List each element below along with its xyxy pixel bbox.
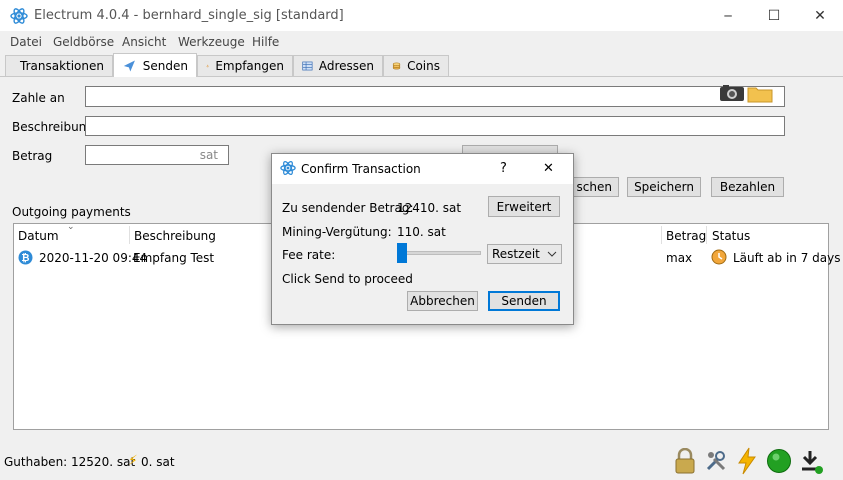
send-button[interactable]: Senden [488, 291, 560, 311]
pay-button[interactable]: Bezahlen [711, 177, 784, 197]
bitcoin-icon: ₿ [18, 250, 33, 265]
amount-label: Betrag [12, 149, 53, 163]
advanced-button[interactable]: Erweitert [488, 196, 560, 217]
tab-label: Adressen [318, 59, 374, 73]
column-separator [706, 226, 707, 244]
svg-text:₿: ₿ [21, 252, 29, 264]
menu-werkzeuge[interactable]: Werkzeuge [178, 35, 245, 49]
maximize-button[interactable]: ☐ [751, 0, 797, 31]
description-input[interactable] [85, 116, 785, 136]
tab-label: Senden [142, 58, 188, 73]
amount-unit: sat [199, 148, 218, 162]
coins-icon [392, 62, 401, 70]
column-header-status[interactable]: Status [712, 229, 750, 243]
electrum-logo-icon [10, 8, 28, 24]
close-button[interactable]: ✕ [797, 0, 843, 31]
table-cell-status: Läuft ab in 7 days [733, 251, 841, 265]
pay-to-label: Zahle an [12, 91, 65, 105]
fee-rate-slider-handle[interactable] [397, 243, 407, 263]
tab-senden[interactable]: Senden [113, 53, 197, 77]
column-header-date[interactable]: Datum [18, 229, 59, 243]
fee-mode-select[interactable]: Restzeit [487, 244, 562, 264]
description-label: Beschreibung [12, 120, 94, 134]
send-icon [123, 59, 135, 72]
network-status-icon[interactable] [766, 448, 792, 474]
receive-icon [206, 64, 210, 68]
lightning-small-icon: ⚡ [128, 453, 138, 469]
fee-mode-value: Restzeit [492, 247, 540, 261]
fee-rate-slider-track[interactable] [401, 251, 481, 255]
save-button[interactable]: Speichern [627, 177, 701, 197]
tab-empfangen[interactable]: Empfangen [197, 55, 293, 76]
dialog-fee-label: Mining-Vergütung: [282, 225, 392, 239]
menu-geldboerse[interactable]: Geldbörse [53, 35, 114, 49]
column-header-amount[interactable]: Betrag [666, 229, 706, 243]
dialog-amount-label: Zu sendender Betrag: [282, 201, 414, 215]
tab-label: Transaktionen [20, 59, 104, 73]
tab-label: Coins [407, 59, 440, 73]
cancel-button[interactable]: Abbrechen [407, 291, 478, 311]
dialog-help-button[interactable]: ? [500, 161, 507, 176]
outgoing-heading: Outgoing payments [12, 205, 131, 219]
menu-ansicht[interactable]: Ansicht [122, 35, 166, 49]
table-cell-date: 2020-11-20 09:44 [39, 251, 148, 265]
tab-adressen[interactable]: Adressen [293, 55, 383, 76]
amount-input[interactable]: sat [85, 145, 229, 165]
table-cell-amount: max [666, 251, 693, 265]
window-title: Electrum 4.0.4 - bernhard_single_sig [st… [34, 8, 344, 23]
dialog-title: Confirm Transaction [301, 162, 421, 176]
tab-transaktionen[interactable]: Transaktionen [5, 55, 113, 76]
chevron-down-icon [547, 251, 557, 257]
dialog-close-button[interactable]: ✕ [543, 161, 554, 176]
menu-datei[interactable]: Datei [10, 35, 42, 49]
lightning-balance-text: 0. sat [141, 455, 175, 469]
dialog-amount-value: 12410. sat [397, 201, 462, 215]
column-header-description[interactable]: Beschreibung [134, 229, 216, 243]
column-separator [661, 226, 662, 244]
table-cell-description: Empfang Test [133, 251, 215, 265]
camera-icon[interactable] [719, 84, 745, 102]
balance-text: Guthaben: 12520. sat [4, 455, 136, 469]
tools-icon[interactable] [704, 449, 728, 473]
folder-icon[interactable] [747, 85, 773, 103]
tab-coins[interactable]: Coins [383, 55, 449, 76]
expiry-clock-icon [711, 249, 727, 265]
minimize-button[interactable]: ─ [705, 0, 751, 31]
addresses-icon [302, 61, 313, 71]
dialog-hint: Click Send to proceed [282, 272, 413, 286]
tab-label: Empfangen [215, 59, 284, 73]
dialog-fee-value: 110. sat [397, 225, 446, 239]
lightning-icon[interactable] [735, 447, 759, 475]
pay-to-input[interactable] [85, 86, 785, 107]
fee-rate-label: Fee rate: [282, 248, 336, 262]
column-separator [129, 226, 130, 244]
seed-status-dot [815, 466, 823, 474]
lock-icon[interactable] [673, 448, 697, 474]
sort-chevron-icon[interactable]: ⌄ [67, 222, 75, 232]
menu-hilfe[interactable]: Hilfe [252, 35, 279, 49]
electrum-logo-icon [280, 161, 296, 175]
